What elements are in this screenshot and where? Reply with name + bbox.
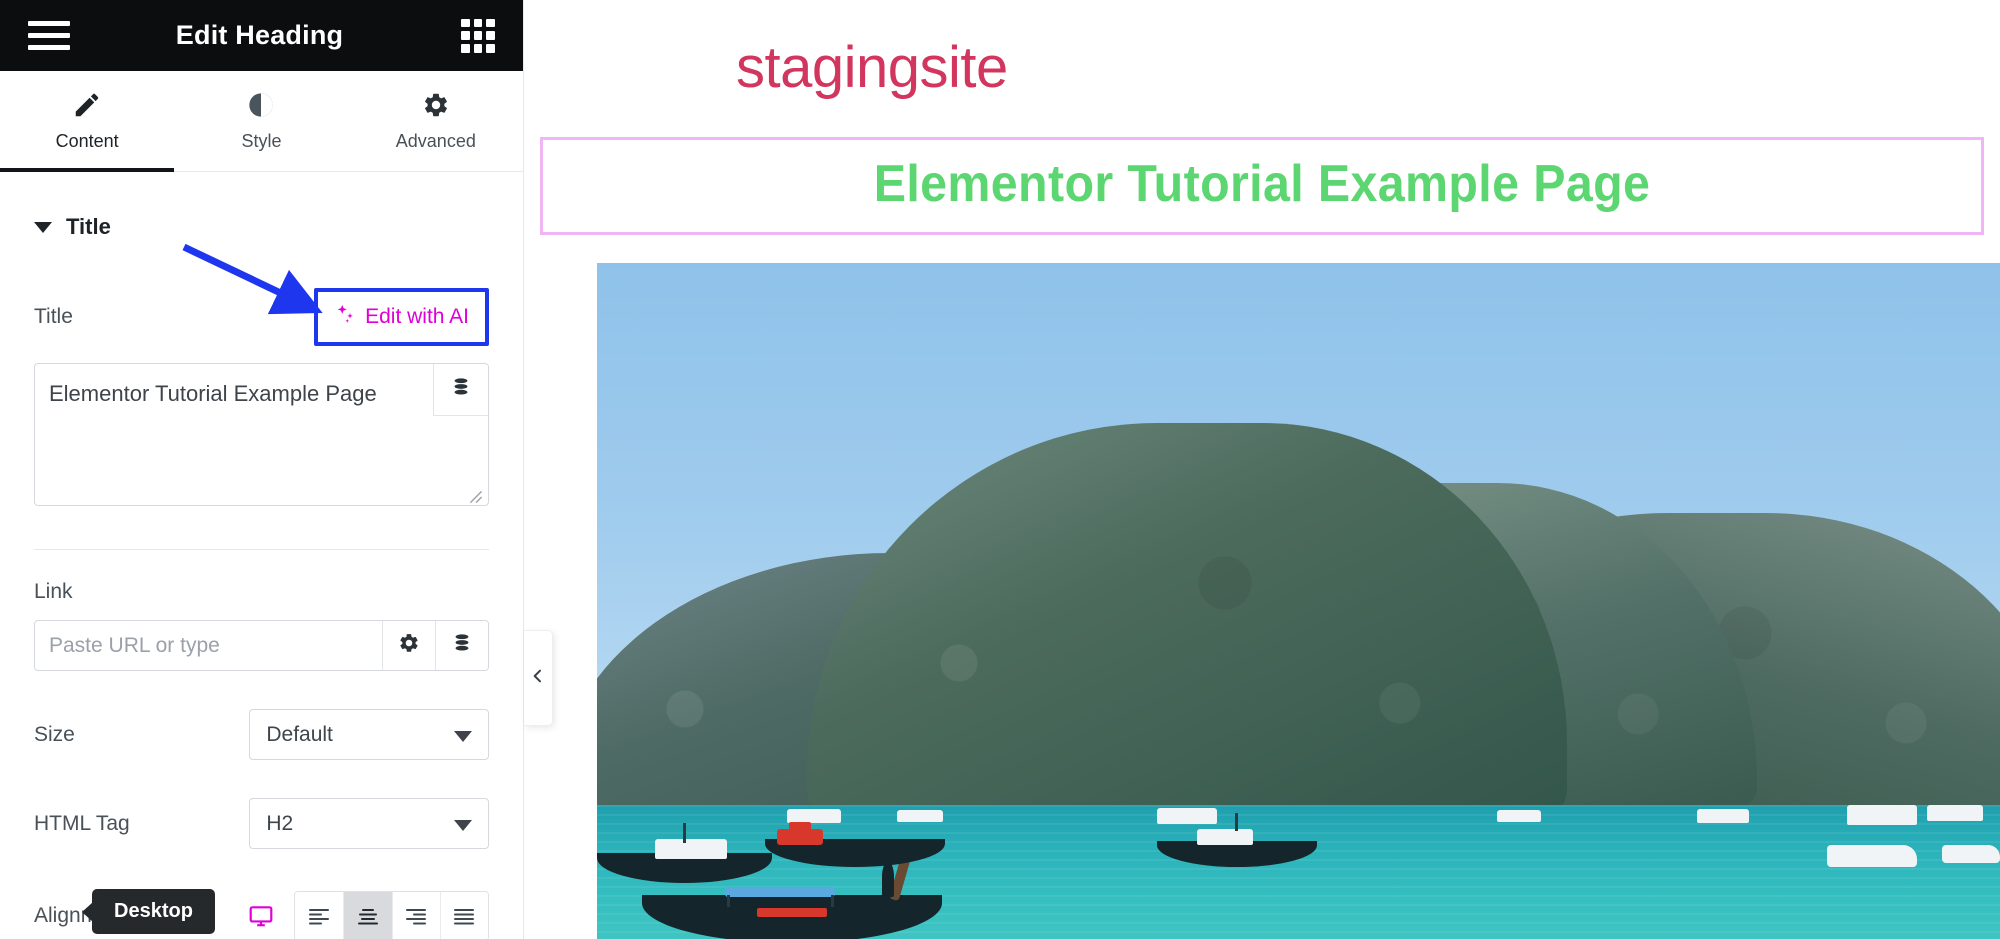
panel-header: Edit Heading — [0, 0, 523, 71]
database-stack-icon — [451, 632, 473, 659]
align-right-button[interactable] — [391, 892, 440, 939]
boat-main-flags — [757, 907, 827, 917]
tab-style[interactable]: Style — [174, 71, 348, 171]
device-tooltip: Desktop — [82, 889, 215, 934]
boat-main-canopy — [725, 886, 835, 897]
tab-style-label: Style — [241, 131, 282, 151]
site-logo[interactable]: stagingsite — [524, 0, 2000, 100]
pencil-icon — [72, 90, 102, 120]
boat-left-mast — [683, 822, 686, 843]
boat-distant — [897, 809, 943, 822]
section-divider — [34, 549, 489, 550]
section-title-label: Title — [66, 214, 111, 239]
chevron-left-icon — [530, 668, 546, 689]
link-url-input[interactable] — [35, 621, 382, 670]
alignment-row: Alignment Desktop — [34, 889, 489, 939]
chevron-down-icon — [454, 819, 472, 831]
preview-canvas: stagingsite Elementor Tutorial Example P… — [524, 0, 2000, 939]
title-dynamic-tags-button[interactable] — [433, 364, 488, 416]
edit-with-ai-button[interactable]: Edit with AI — [328, 300, 475, 334]
tab-advanced[interactable]: Advanced — [349, 71, 523, 171]
title-field-label: Title — [34, 305, 73, 328]
html-tag-row: HTML Tag H2 — [34, 798, 489, 849]
tab-content-label: Content — [55, 131, 119, 151]
title-textarea-wrap — [34, 363, 489, 511]
boat-main-post — [831, 894, 834, 907]
link-options-button[interactable] — [382, 621, 435, 670]
tab-advanced-label: Advanced — [395, 131, 476, 151]
link-field-label: Link — [34, 580, 73, 603]
hero-image[interactable] — [597, 262, 2000, 939]
boat-distant — [1497, 809, 1541, 822]
person-on-boat — [882, 862, 894, 897]
edit-with-ai-label: Edit with AI — [365, 305, 469, 328]
boat-second-red-top — [777, 828, 823, 845]
boat-left-cabin — [655, 838, 727, 859]
html-tag-select[interactable]: H2 — [249, 798, 489, 849]
tab-content[interactable]: Content — [0, 71, 175, 172]
size-select[interactable]: Default — [249, 709, 489, 760]
align-center-button[interactable] — [343, 892, 392, 939]
link-input-wrap — [34, 620, 489, 671]
chevron-down-icon — [34, 221, 52, 233]
desktop-monitor-icon[interactable] — [248, 903, 274, 929]
html-tag-select-value: H2 — [266, 811, 294, 835]
align-left-button[interactable] — [295, 892, 344, 939]
boat-ferry — [1847, 804, 1917, 825]
panel-collapse-handle[interactable] — [524, 630, 553, 726]
size-row: Size Default — [34, 709, 489, 760]
title-textarea[interactable] — [34, 363, 489, 506]
edit-with-ai-highlight-box: Edit with AI — [314, 288, 489, 346]
alignment-button-group — [294, 891, 489, 939]
align-justify-button[interactable] — [439, 892, 489, 939]
boat-distant — [1697, 808, 1749, 823]
database-stack-icon — [450, 376, 472, 403]
boat-ferry — [1927, 804, 1983, 821]
link-dynamic-tags-button[interactable] — [435, 621, 488, 670]
html-tag-label: HTML Tag — [34, 811, 130, 835]
heading-widget-selection-box[interactable]: Elementor Tutorial Example Page — [540, 136, 1984, 235]
editor-panel: Edit Heading Content Style Advanced Titl… — [0, 0, 553, 939]
panel-title: Edit Heading — [175, 20, 344, 50]
boat-right-mast — [1235, 812, 1238, 831]
page-heading: Elementor Tutorial Example Page — [873, 154, 1651, 213]
gear-icon — [398, 632, 420, 659]
chevron-down-icon — [454, 730, 472, 742]
size-select-value: Default — [266, 722, 333, 746]
boat-speedboat — [1827, 844, 1917, 867]
gear-icon — [422, 90, 450, 120]
title-section: Title Title Edit with AI Elementor Tutor… — [0, 172, 523, 939]
boat-distant — [787, 808, 841, 823]
size-label: Size — [34, 722, 75, 746]
contrast-circle-icon — [247, 90, 275, 120]
section-header-title[interactable]: Title — [34, 172, 489, 240]
grid-apps-icon[interactable] — [461, 18, 495, 53]
boat-main-post — [727, 894, 730, 907]
boat-second-red-box — [789, 821, 811, 831]
panel-tabs: Content Style Advanced — [0, 71, 523, 172]
sparkles-icon — [334, 303, 356, 331]
boat-distant — [1157, 807, 1217, 824]
boat-speedboat — [1942, 844, 2000, 863]
boat-right-cabin — [1197, 828, 1253, 845]
